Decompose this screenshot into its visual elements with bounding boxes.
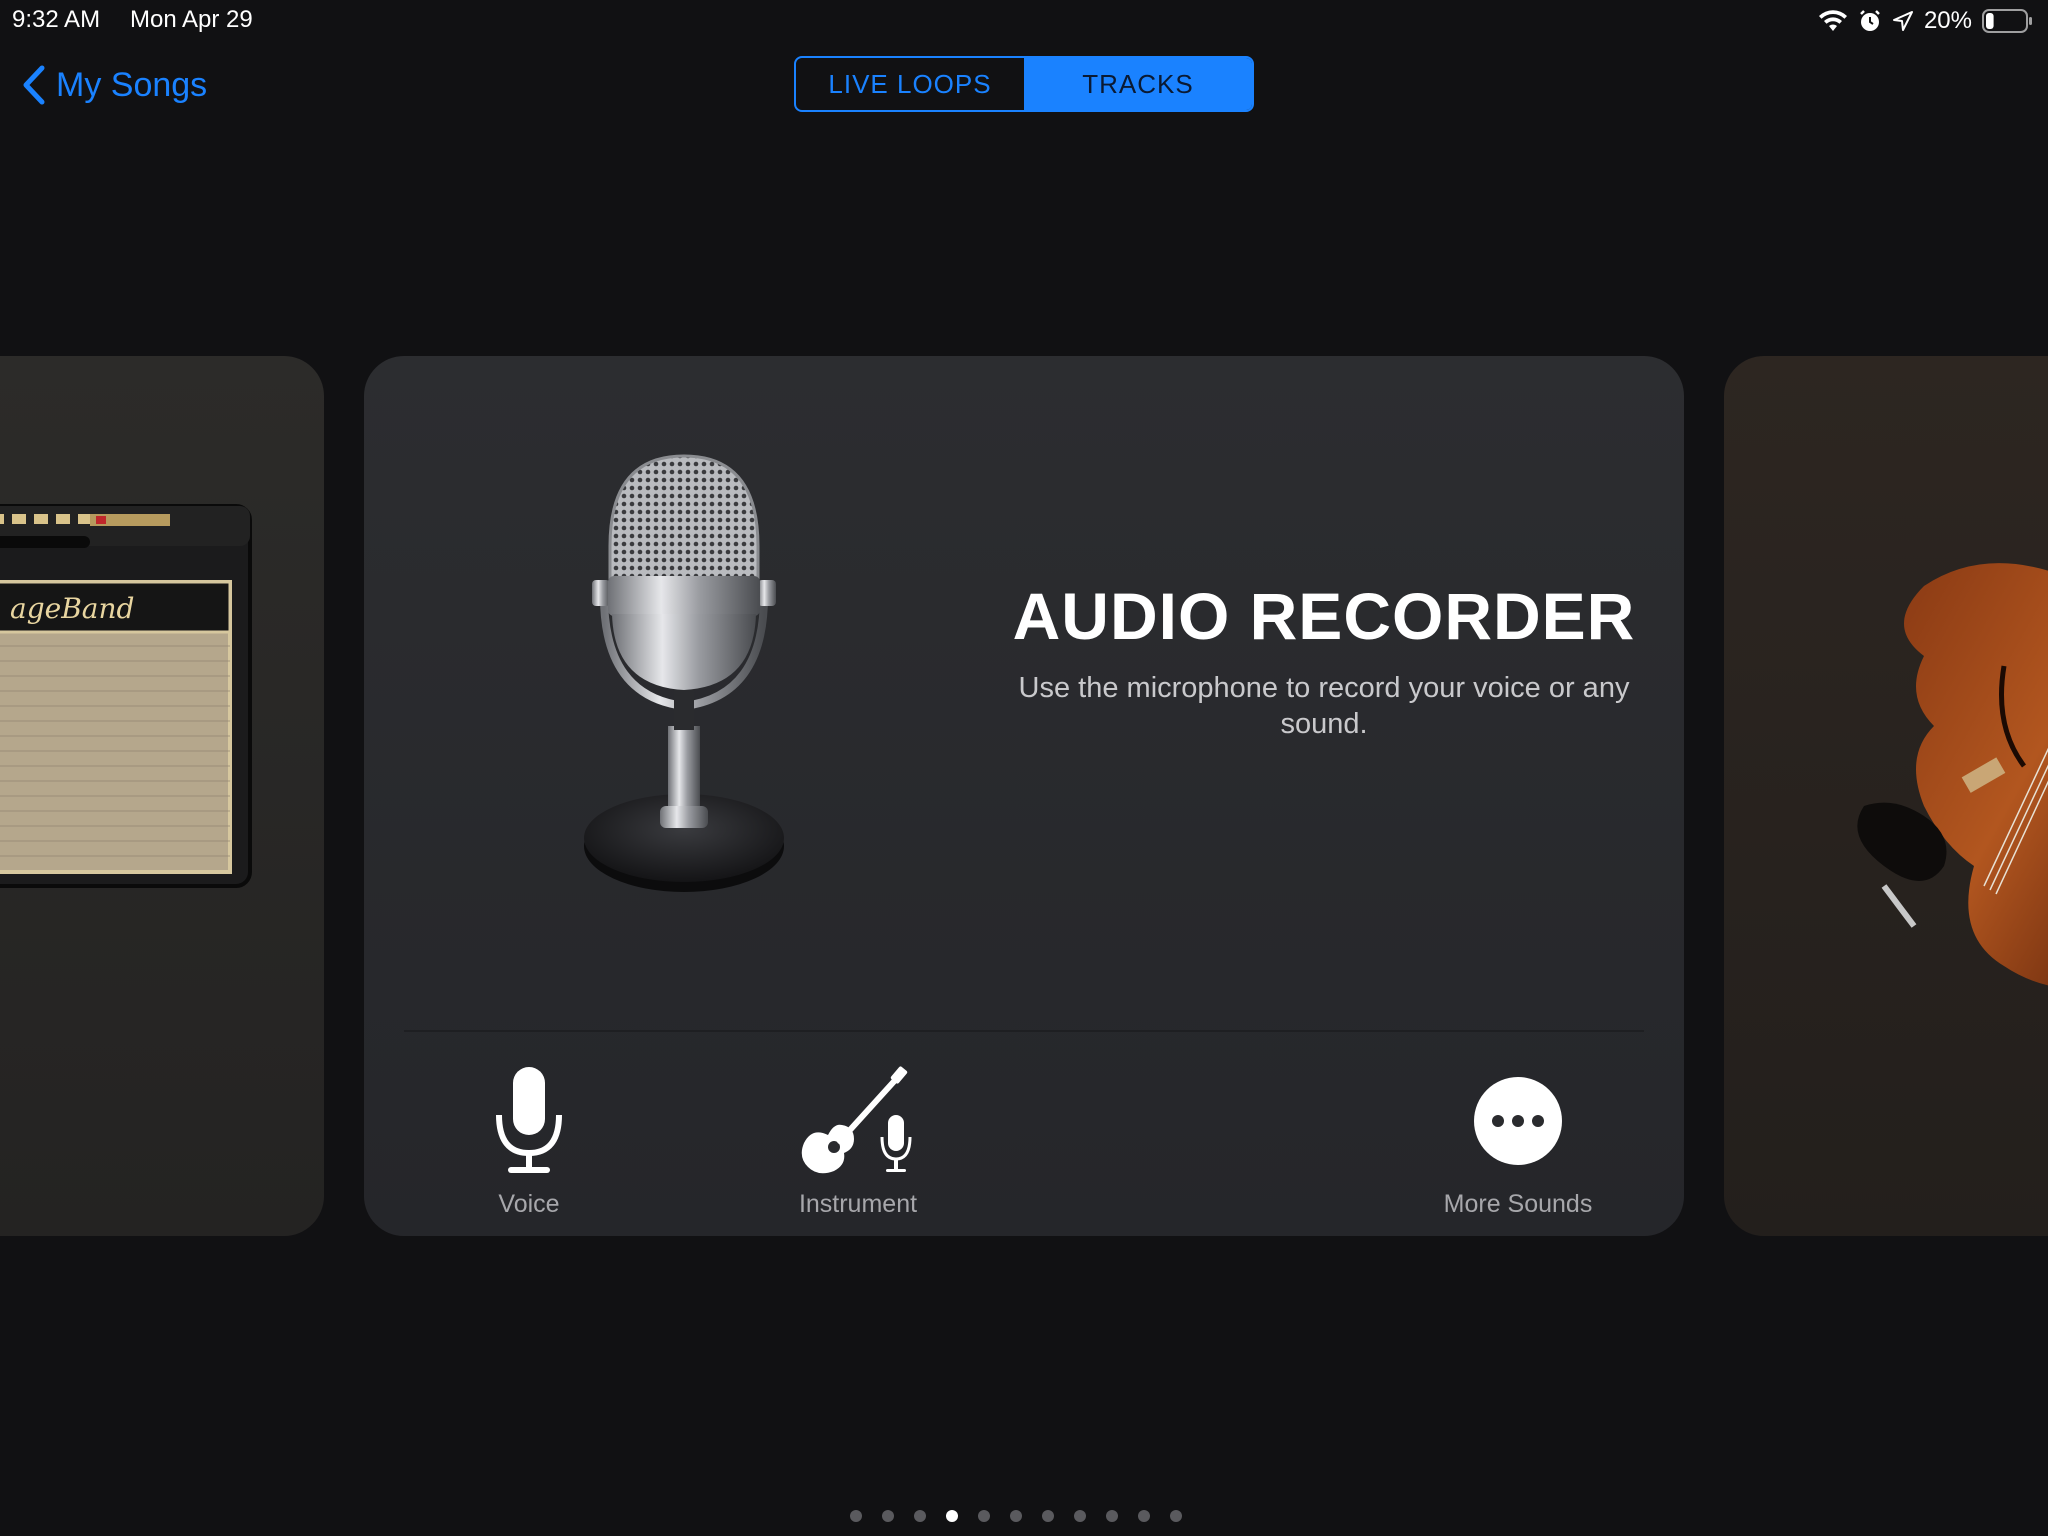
page-dot[interactable] xyxy=(946,1510,958,1522)
segment-live-loops[interactable]: LIVE LOOPS xyxy=(796,58,1024,110)
card-title: AUDIO RECORDER xyxy=(1012,579,1636,653)
wifi-icon xyxy=(1818,9,1848,33)
audio-recorder-card[interactable]: AUDIO RECORDER Use the microphone to rec… xyxy=(364,356,1684,1236)
page-dot[interactable] xyxy=(1042,1510,1054,1522)
battery-percent: 20% xyxy=(1923,7,1972,34)
instrument-option-label: Instrument xyxy=(798,1190,918,1218)
card-description: Use the microphone to record your voice … xyxy=(1018,672,1630,740)
guitar-amp-card[interactable]: ageBand xyxy=(0,356,324,1236)
guitar-amp-image: ageBand xyxy=(0,504,252,888)
page-indicator[interactable] xyxy=(850,1510,1182,1530)
voice-option[interactable]: Voice xyxy=(429,1056,629,1218)
garageband-track-browser: 9:32 AM Mon Apr 29 20% My Songs LIVE LOO… xyxy=(0,0,2048,1536)
status-bar: 9:32 AM Mon Apr 29 20% xyxy=(0,0,2048,40)
ellipsis-icon xyxy=(1474,1077,1562,1165)
page-dot[interactable] xyxy=(850,1510,862,1522)
instrument-option[interactable]: Instrument xyxy=(758,1056,958,1218)
more-sounds-option[interactable]: More Sounds xyxy=(1418,1056,1618,1218)
alarm-icon xyxy=(1858,9,1882,33)
card-divider xyxy=(404,1030,1644,1032)
vintage-microphone-image xyxy=(584,454,784,892)
strings-card[interactable] xyxy=(1724,356,2048,1236)
microphone-icon xyxy=(496,1067,562,1173)
page-dot[interactable] xyxy=(978,1510,990,1522)
status-time: 9:32 AM xyxy=(12,6,101,33)
segment-tracks[interactable]: TRACKS xyxy=(1024,58,1252,110)
svg-text:ageBand: ageBand xyxy=(10,592,134,625)
status-right: 20% xyxy=(1818,6,2034,36)
page-dot[interactable] xyxy=(1138,1510,1150,1522)
battery-icon xyxy=(1982,8,2034,34)
page-dot[interactable] xyxy=(914,1510,926,1522)
status-date: Mon Apr 29 xyxy=(130,6,253,33)
page-dot[interactable] xyxy=(1170,1510,1182,1522)
page-dot[interactable] xyxy=(1074,1510,1086,1522)
chevron-left-icon xyxy=(23,65,45,105)
more-sounds-option-label: More Sounds xyxy=(1443,1190,1593,1218)
voice-option-label: Voice xyxy=(498,1190,560,1218)
back-button-label: My Songs xyxy=(56,65,208,104)
page-dot[interactable] xyxy=(1106,1510,1118,1522)
guitar-mic-icon xyxy=(801,1066,912,1174)
page-dot[interactable] xyxy=(882,1510,894,1522)
location-icon xyxy=(1892,10,1914,32)
back-button[interactable]: My Songs xyxy=(20,60,207,110)
violin-image xyxy=(1857,563,2048,986)
page-dot[interactable] xyxy=(1010,1510,1022,1522)
mode-segmented-control: LIVE LOOPS TRACKS xyxy=(794,56,1254,112)
